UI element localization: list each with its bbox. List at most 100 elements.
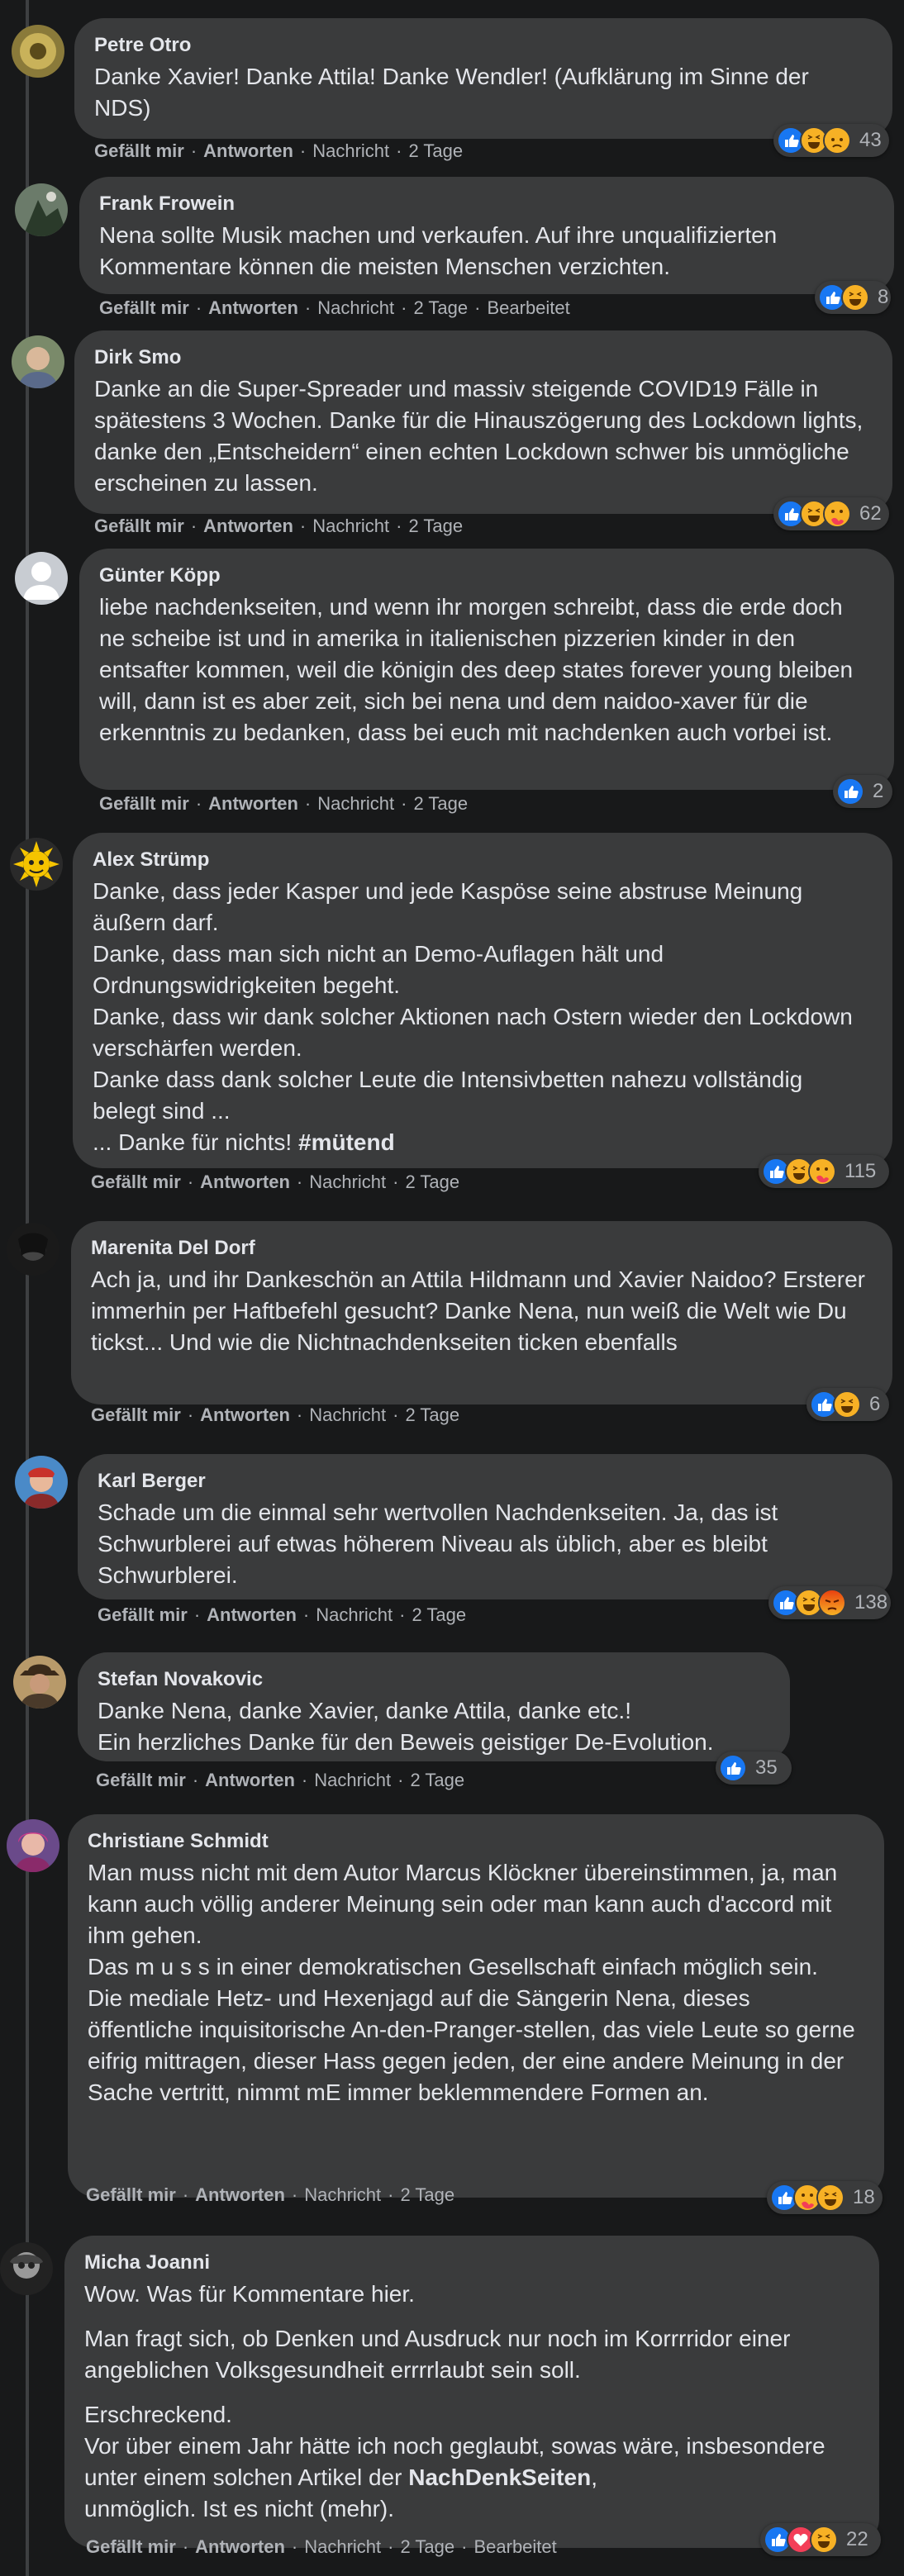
reaction-count: 138: [854, 1591, 888, 1614]
comment-text: Wow. Was für Kommentare hier. Man fragt s…: [84, 2281, 825, 2521]
reply-button[interactable]: Antworten: [208, 297, 298, 319]
timestamp[interactable]: 2 Tage: [413, 297, 468, 319]
message-button[interactable]: Nachricht: [304, 2184, 381, 2206]
avatar[interactable]: [15, 1456, 68, 1509]
like-button[interactable]: Gefällt mir: [96, 1770, 186, 1791]
care-reaction-icon: [808, 1157, 836, 1186]
comment-author[interactable]: Christiane Schmidt: [88, 1829, 861, 1854]
message-button[interactable]: Nachricht: [304, 2536, 381, 2558]
comment-bubble: Micha Joanni Wow. Was für Kommentare hie…: [64, 2236, 879, 2548]
comment-text: Ach ja, und ihr Dankeschön an Attila Hil…: [91, 1267, 872, 1355]
comment-bubble: Christiane Schmidt Man muss nicht mit de…: [68, 1814, 884, 2198]
like-button[interactable]: Gefällt mir: [98, 1604, 188, 1626]
avatar[interactable]: [13, 1656, 66, 1709]
like-button[interactable]: Gefällt mir: [94, 140, 184, 162]
message-button[interactable]: Nachricht: [312, 140, 389, 162]
like-button[interactable]: Gefällt mir: [91, 1172, 181, 1193]
like-button[interactable]: Gefällt mir: [99, 297, 189, 319]
reply-button[interactable]: Antworten: [195, 2536, 285, 2558]
comment-author[interactable]: Karl Berger: [98, 1469, 869, 1494]
comment-author[interactable]: Alex Strümp: [93, 848, 869, 872]
like-reaction-icon: [719, 1754, 747, 1782]
reaction-summary[interactable]: 2: [833, 775, 892, 808]
comment-text: liebe nachdenkseiten, und wenn ihr morge…: [99, 594, 859, 745]
haha-reaction-icon: [833, 1390, 861, 1419]
comment-author[interactable]: Micha Joanni: [84, 2250, 856, 2275]
message-button[interactable]: Nachricht: [317, 793, 394, 815]
like-button[interactable]: Gefällt mir: [91, 1404, 181, 1426]
reaction-summary[interactable]: 43: [773, 124, 889, 157]
avatar[interactable]: [15, 552, 68, 605]
timestamp[interactable]: 2 Tage: [405, 1172, 459, 1193]
message-button[interactable]: Nachricht: [317, 297, 394, 319]
like-button[interactable]: Gefällt mir: [99, 793, 189, 815]
timestamp[interactable]: 2 Tage: [413, 793, 468, 815]
reply-button[interactable]: Antworten: [208, 793, 298, 815]
reaction-summary[interactable]: 6: [806, 1388, 889, 1421]
comment-author[interactable]: Frank Frowein: [99, 192, 871, 216]
reply-button[interactable]: Antworten: [205, 1770, 295, 1791]
edited-label[interactable]: Bearbeitet: [487, 297, 569, 319]
comment-text: Nena sollte Musik machen und verkaufen. …: [99, 222, 784, 279]
reaction-count: 35: [755, 1756, 778, 1779]
reaction-count: 8: [878, 286, 889, 308]
avatar[interactable]: [12, 25, 64, 78]
reaction-summary[interactable]: 8: [815, 281, 891, 314]
like-button[interactable]: Gefällt mir: [86, 2184, 176, 2206]
comment-bubble: Marenita Del Dorf Ach ja, und ihr Dankes…: [71, 1221, 892, 1404]
reaction-summary[interactable]: 138: [768, 1586, 891, 1619]
comment-actions: Gefällt mir · Antworten · Nachricht · 2 Tag…: [99, 297, 570, 319]
reply-button[interactable]: Antworten: [195, 2184, 285, 2206]
message-button[interactable]: Nachricht: [309, 1172, 386, 1193]
avatar[interactable]: [7, 1819, 59, 1872]
reaction-count: 43: [859, 129, 882, 151]
timestamp[interactable]: 2 Tage: [400, 2184, 454, 2206]
reply-button[interactable]: Antworten: [203, 140, 293, 162]
page-mention-link[interactable]: NachDenkSeiten: [408, 2464, 591, 2490]
timestamp[interactable]: 2 Tage: [410, 1770, 464, 1791]
reaction-summary[interactable]: 115: [759, 1155, 889, 1188]
reply-button[interactable]: Antworten: [200, 1404, 290, 1426]
comment-actions: Gefällt mir · Antworten · Nachricht · 2 Tag…: [98, 1604, 467, 1626]
comment-author[interactable]: Stefan Novakovic: [98, 1667, 767, 1692]
comment-actions: Gefällt mir · Antworten · Nachricht · 2 Tag…: [91, 1172, 460, 1193]
message-button[interactable]: Nachricht: [316, 1604, 393, 1626]
like-button[interactable]: Gefällt mir: [86, 2536, 176, 2558]
comment-author[interactable]: Günter Köpp: [99, 563, 871, 588]
reaction-summary[interactable]: 62: [773, 497, 889, 530]
avatar[interactable]: [15, 183, 68, 236]
timestamp[interactable]: 2 Tage: [408, 140, 463, 162]
reply-button[interactable]: Antworten: [203, 516, 293, 537]
avatar[interactable]: [10, 838, 63, 891]
care-reaction-icon: [823, 500, 851, 528]
comment-author[interactable]: Dirk Smo: [94, 345, 869, 370]
timestamp[interactable]: 2 Tage: [405, 1404, 459, 1426]
reply-button[interactable]: Antworten: [200, 1172, 290, 1193]
timestamp[interactable]: 2 Tage: [408, 516, 463, 537]
comment-bubble: Stefan Novakovic Danke Nena, danke Xavie…: [78, 1652, 790, 1761]
reaction-count: 22: [846, 2528, 868, 2550]
reaction-summary[interactable]: 35: [716, 1751, 792, 1785]
comment-text: Danke an die Super-Spreader und massiv s…: [94, 376, 870, 496]
reaction-summary[interactable]: 22: [760, 2523, 881, 2556]
message-button[interactable]: Nachricht: [314, 1770, 391, 1791]
edited-label[interactable]: Bearbeitet: [473, 2536, 556, 2558]
timestamp[interactable]: 2 Tage: [412, 1604, 466, 1626]
sad-reaction-icon: [823, 126, 851, 154]
avatar[interactable]: [7, 1223, 59, 1276]
message-button[interactable]: Nachricht: [312, 516, 389, 537]
hashtag-link[interactable]: #mütend: [298, 1129, 395, 1155]
comment-author[interactable]: Petre Otro: [94, 33, 869, 58]
reply-button[interactable]: Antworten: [207, 1604, 297, 1626]
message-button[interactable]: Nachricht: [309, 1404, 386, 1426]
avatar[interactable]: [0, 2242, 53, 2295]
timestamp[interactable]: 2 Tage: [400, 2536, 454, 2558]
like-button[interactable]: Gefällt mir: [94, 516, 184, 537]
haha-reaction-icon: [816, 2184, 845, 2212]
haha-reaction-icon: [841, 283, 869, 311]
reaction-summary[interactable]: 18: [767, 2181, 883, 2214]
comment-author[interactable]: Marenita Del Dorf: [91, 1236, 869, 1261]
comment-bubble: Frank Frowein Nena sollte Musik machen u…: [79, 177, 894, 294]
comment-text: Man muss nicht mit dem Autor Marcus Klöc…: [88, 1860, 855, 2105]
avatar[interactable]: [12, 335, 64, 388]
